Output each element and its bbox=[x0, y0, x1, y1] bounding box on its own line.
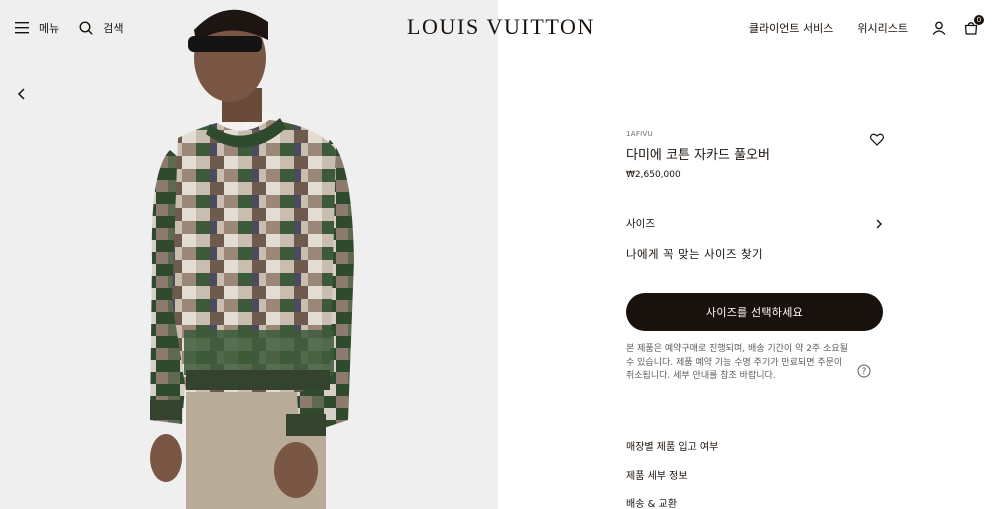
select-size-button[interactable]: 사이즈를 선택하세요 bbox=[626, 293, 883, 331]
shopping-bag-button[interactable]: 0 bbox=[964, 15, 984, 35]
header-right: 클라이언트 서비스 위시리스트 0 bbox=[749, 15, 984, 36]
product-info: 1AFIVU 다미에 코튼 자카드 풀오버 ₩2,650,000 bbox=[626, 130, 884, 180]
product-price: ₩2,650,000 bbox=[626, 170, 681, 180]
heart-icon bbox=[870, 133, 884, 146]
user-icon bbox=[932, 21, 946, 35]
help-button[interactable]: ? bbox=[857, 363, 871, 382]
product-details-link[interactable]: 제품 세부 정보 bbox=[626, 467, 718, 482]
preorder-notice: 본 제품은 예약구매로 진행되며, 배송 기간이 약 2주 소요될 수 있습니다… bbox=[626, 344, 848, 381]
question-icon: ? bbox=[857, 364, 871, 378]
search-icon bbox=[79, 21, 93, 35]
size-guide-link[interactable]: 나에게 꼭 맞는 사이즈 찾기 bbox=[626, 246, 763, 262]
shipping-returns-link[interactable]: 배송 & 교환 bbox=[626, 495, 718, 509]
search-label: 검색 bbox=[103, 22, 124, 35]
size-label: 사이즈 bbox=[626, 218, 655, 230]
store-availability-link[interactable]: 매장별 제품 입고 여부 bbox=[626, 438, 718, 453]
brand-logo[interactable]: LOUIS VUITTON bbox=[407, 14, 593, 40]
search-button[interactable]: 검색 bbox=[79, 20, 124, 36]
header-left: 메뉴 검색 bbox=[15, 20, 124, 36]
add-to-wishlist-button[interactable] bbox=[870, 131, 884, 150]
client-service-link[interactable]: 클라이언트 서비스 bbox=[749, 20, 833, 36]
site-header: 메뉴 검색 LOUIS VUITTON 클라이언트 서비스 위시리스트 0 bbox=[0, 0, 1000, 58]
wishlist-link[interactable]: 위시리스트 bbox=[857, 20, 908, 36]
model-photo bbox=[150, 9, 354, 509]
account-button[interactable] bbox=[932, 21, 946, 35]
bag-count-badge: 0 bbox=[974, 15, 984, 25]
menu-button[interactable]: 메뉴 bbox=[15, 20, 59, 36]
product-name: 다미에 코튼 자카드 풀오버 bbox=[626, 148, 770, 163]
hamburger-icon bbox=[15, 22, 29, 34]
svg-text:?: ? bbox=[862, 367, 867, 377]
size-selector[interactable]: 사이즈 bbox=[626, 216, 884, 231]
menu-label: 메뉴 bbox=[39, 22, 60, 35]
product-links: 매장별 제품 입고 여부 제품 세부 정보 배송 & 교환 bbox=[626, 438, 718, 509]
chevron-left-icon bbox=[17, 88, 25, 100]
product-sku: 1AFIVU bbox=[626, 130, 654, 138]
product-image bbox=[0, 0, 498, 509]
chevron-right-icon bbox=[876, 219, 882, 228]
carousel-prev-button[interactable] bbox=[12, 84, 32, 104]
